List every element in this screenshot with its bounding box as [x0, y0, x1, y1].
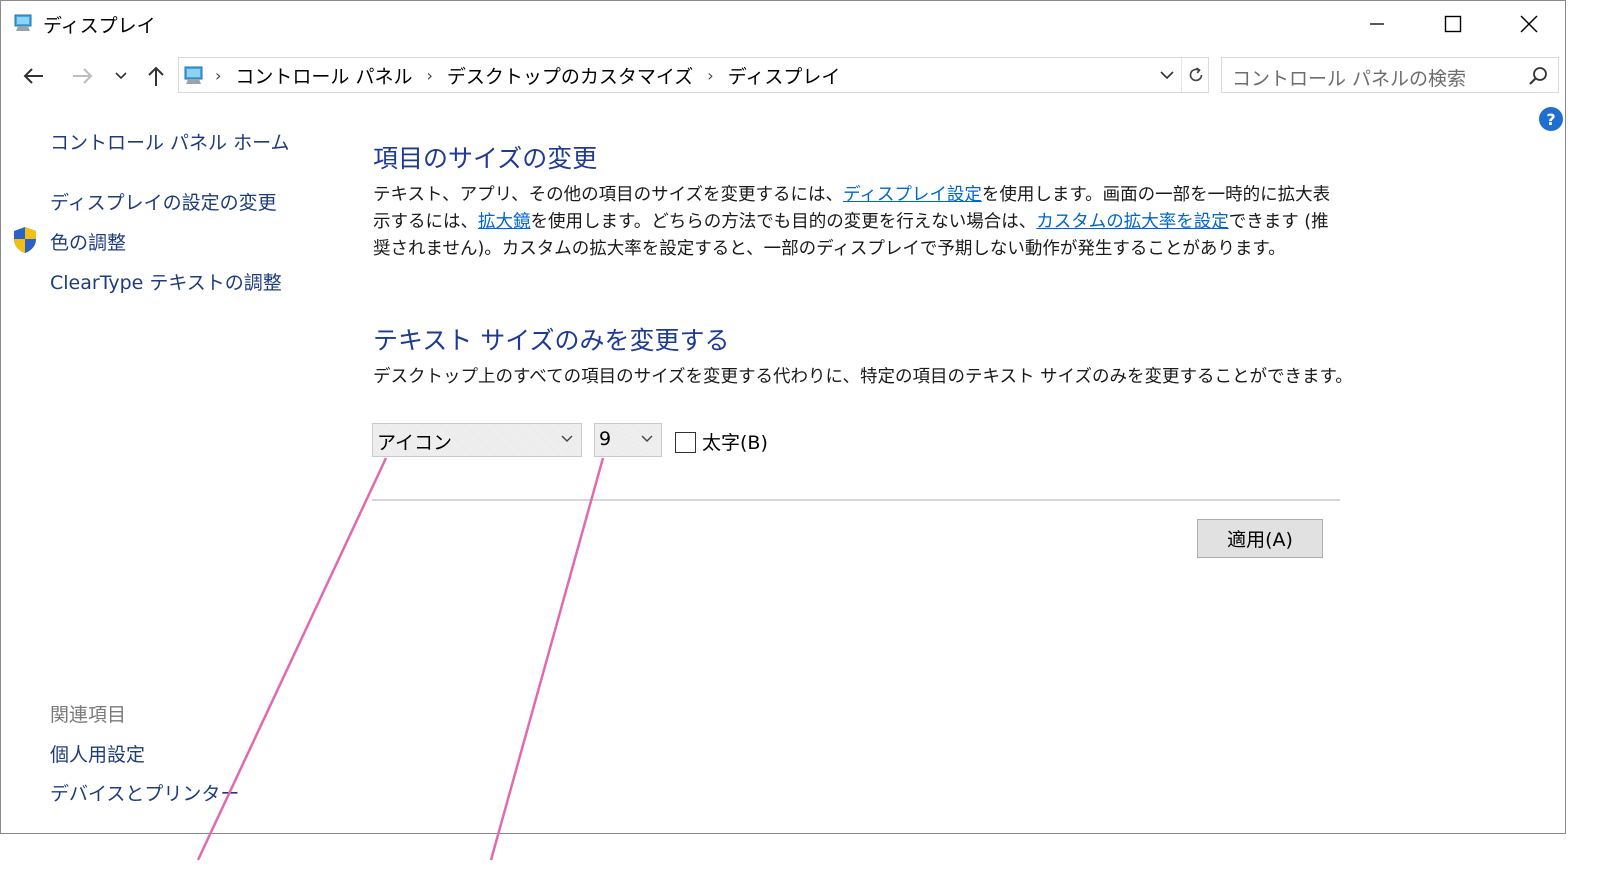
close-icon — [1520, 15, 1538, 33]
sidebar-link-personalization[interactable]: 個人用設定 — [50, 740, 145, 767]
uac-shield-icon — [14, 227, 36, 253]
resize-section-title: 項目のサイズの変更 — [373, 144, 598, 173]
font-size-select-value: 9 — [599, 428, 612, 450]
control-panel-icon — [184, 66, 203, 84]
breadcrumb-display[interactable]: ディスプレイ — [728, 62, 841, 89]
arrow-right-icon — [73, 68, 93, 84]
back-button[interactable] — [19, 61, 49, 91]
chevron-down-icon — [561, 435, 573, 442]
resize-text-1: テキスト、アプリ、その他の項目のサイズを変更するには、 — [373, 185, 844, 205]
display-window: ディスプレイ › コントロール パネル › デスクトップのカスタマイズ › ディ… — [0, 0, 1566, 834]
chevron-right-icon[interactable]: › — [707, 66, 713, 85]
address-bar[interactable]: › コントロール パネル › デスクトップのカスタマイズ › ディスプレイ — [178, 57, 1209, 93]
bold-checkbox[interactable] — [675, 432, 696, 453]
arrow-up-icon — [148, 66, 164, 86]
breadcrumb-control-panel[interactable]: コントロール パネル — [235, 62, 412, 89]
font-size-select[interactable]: 9 — [594, 423, 662, 457]
window-title: ディスプレイ — [43, 15, 156, 37]
custom-scaling-link[interactable]: カスタムの拡大率を設定 — [1036, 212, 1229, 232]
sidebar-link-devices-printers[interactable]: デバイスとプリンター — [50, 779, 239, 806]
chevron-down-icon — [1160, 70, 1174, 79]
item-select[interactable]: アイコン — [372, 423, 582, 457]
breadcrumb-desktop-customize[interactable]: デスクトップのカスタマイズ — [447, 62, 693, 89]
monitor-icon — [14, 14, 32, 31]
divider — [372, 499, 1340, 501]
display-settings-link[interactable]: ディスプレイ設定 — [843, 185, 982, 205]
chevron-right-icon[interactable]: › — [426, 66, 432, 85]
search-icon[interactable] — [1528, 66, 1548, 86]
arrow-left-icon — [23, 68, 43, 84]
item-select-value: アイコン — [377, 432, 453, 454]
apply-button-label: 適用(A) — [1227, 529, 1293, 551]
minimize-button[interactable] — [1339, 1, 1415, 47]
sidebar-link-color-calibration[interactable]: 色の調整 — [50, 228, 126, 255]
related-items-heading: 関連項目 — [50, 704, 127, 726]
breadcrumb: › コントロール パネル › デスクトップのカスタマイズ › ディスプレイ — [215, 62, 840, 89]
title-bar: ディスプレイ — [1, 1, 1565, 47]
search-box[interactable]: コントロール パネルの検索 — [1221, 57, 1559, 93]
chevron-right-icon[interactable]: › — [215, 66, 221, 85]
sidebar-link-control-panel-home[interactable]: コントロール パネル ホーム — [50, 128, 290, 155]
maximize-button[interactable] — [1415, 1, 1491, 47]
apply-button[interactable]: 適用(A) — [1197, 519, 1323, 558]
text-size-section-title: テキスト サイズのみを変更する — [373, 326, 730, 355]
refresh-icon — [1189, 67, 1203, 82]
recent-locations-button[interactable] — [109, 61, 133, 91]
close-button[interactable] — [1491, 1, 1565, 47]
search-input[interactable]: コントロール パネルの検索 — [1232, 64, 1466, 91]
text-size-description: デスクトップ上のすべての項目のサイズを変更する代わりに、特定の項目のテキスト サ… — [373, 367, 1353, 387]
resize-description: テキスト、アプリ、その他の項目のサイズを変更するには、ディスプレイ設定を使用しま… — [373, 182, 1338, 263]
minimize-icon — [1370, 23, 1384, 25]
sidebar-link-cleartype[interactable]: ClearType テキストの調整 — [50, 268, 282, 295]
forward-button[interactable] — [67, 61, 97, 91]
bold-checkbox-label[interactable]: 太字(B) — [702, 428, 768, 455]
help-icon: ? — [1546, 109, 1556, 129]
up-button[interactable] — [141, 61, 171, 91]
magnifier-link[interactable]: 拡大鏡 — [478, 212, 531, 232]
sidebar-link-display-settings[interactable]: ディスプレイの設定の変更 — [50, 188, 277, 215]
chevron-down-icon — [641, 435, 653, 442]
chevron-down-icon — [115, 72, 127, 80]
maximize-icon — [1444, 15, 1462, 33]
address-dropdown-button[interactable] — [1155, 58, 1179, 92]
resize-text-3: を使用します。どちらの方法でも目的の変更を行えない場合は、 — [530, 212, 1037, 232]
refresh-button[interactable] — [1181, 58, 1210, 92]
help-button[interactable]: ? — [1539, 107, 1563, 131]
